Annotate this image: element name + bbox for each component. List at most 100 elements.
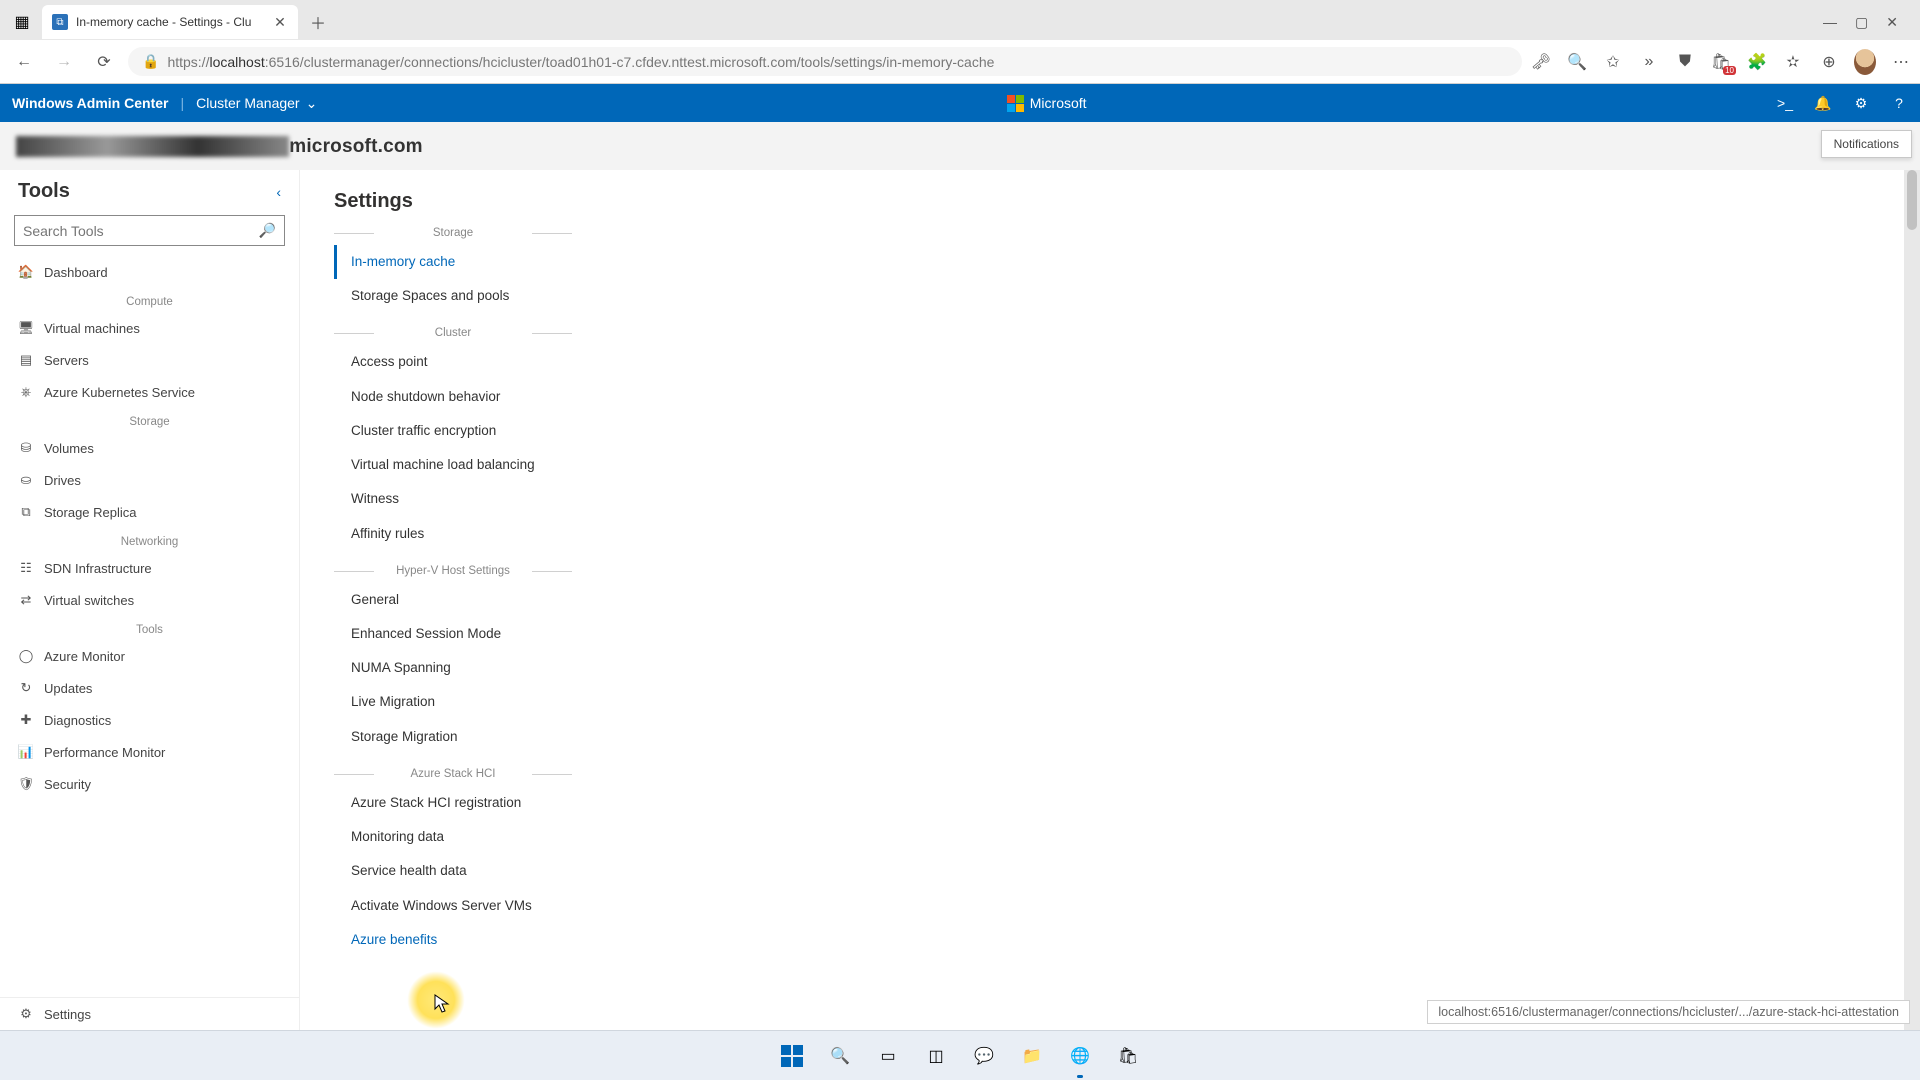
search-input[interactable]	[23, 223, 259, 239]
close-window-button[interactable]: ✕	[1886, 14, 1898, 31]
tool-label: Azure Monitor	[44, 649, 125, 664]
settings-nav: StorageIn-memory cacheStorage Spaces and…	[334, 227, 572, 957]
tool-servers[interactable]: ▤Servers	[0, 344, 299, 376]
notifications-icon[interactable]: 🔔	[1814, 94, 1832, 112]
server-icon: ▤	[18, 352, 34, 368]
taskbar-search[interactable]: 🔍	[824, 1040, 856, 1072]
setting-live-migration[interactable]: Live Migration	[334, 685, 572, 719]
new-tab-button[interactable]: ＋	[304, 8, 332, 36]
vertical-scrollbar[interactable]	[1904, 170, 1920, 1030]
vm-icon: 🖥	[18, 320, 34, 336]
settings-title: Settings	[334, 190, 572, 213]
setting-witness[interactable]: Witness	[334, 482, 572, 516]
favorites-hub-icon[interactable]: ✫	[1782, 51, 1804, 73]
setting-affinity[interactable]: Affinity rules	[334, 517, 572, 551]
cursor-icon	[434, 994, 450, 1014]
site-info-icon[interactable]: 🔒	[142, 53, 159, 70]
setting-storage-migration[interactable]: Storage Migration	[334, 720, 572, 754]
shield-icon: 🛡	[18, 776, 34, 792]
setting-azure-benefits[interactable]: Azure benefits	[334, 923, 572, 957]
close-tab-button[interactable]: ✕	[272, 14, 288, 30]
favorite-icon[interactable]: ✩	[1602, 51, 1624, 73]
task-view[interactable]: ▭	[872, 1040, 904, 1072]
tool-label: Volumes	[44, 441, 94, 456]
edge-browser[interactable]: 🌐	[1064, 1040, 1096, 1072]
tool-security[interactable]: 🛡Security	[0, 768, 299, 800]
tool-dashboard[interactable]: 🏠 Dashboard	[0, 256, 299, 288]
refresh-button[interactable]: ⟳	[88, 46, 120, 78]
tool-drives[interactable]: ⛀ Drives	[0, 464, 299, 496]
setting-monitoring-data[interactable]: Monitoring data	[334, 820, 572, 854]
gear-icon: ⚙	[18, 1006, 34, 1022]
tool-search[interactable]: 🔎	[14, 215, 285, 246]
find-icon[interactable]: 🗝	[1530, 51, 1552, 73]
zoom-icon[interactable]: 🔍	[1566, 51, 1588, 73]
setting-traffic-encryption[interactable]: Cluster traffic encryption	[334, 414, 572, 448]
setting-hv-general[interactable]: General	[334, 583, 572, 617]
tool-virtual-machines[interactable]: 🖥Virtual machines	[0, 312, 299, 344]
browser-tab[interactable]: ⧉ In-memory cache - Settings - Clu ✕	[42, 5, 298, 39]
chevron-down-icon: ⌄	[306, 95, 318, 112]
overflow-chevron-icon[interactable]: »	[1638, 51, 1660, 73]
shield-icon[interactable]: ⛊	[1674, 51, 1696, 73]
store[interactable]: 🛍	[1112, 1040, 1144, 1072]
back-button[interactable]: ←	[8, 46, 40, 78]
tool-updates[interactable]: ↻Updates	[0, 672, 299, 704]
aks-icon: ⎈	[18, 384, 34, 400]
minimize-button[interactable]: —	[1823, 14, 1837, 31]
tool-volumes[interactable]: ⛁Volumes	[0, 432, 299, 464]
vswitch-icon: ⇄	[18, 592, 34, 608]
tool-storage-replica[interactable]: ⧉Storage Replica	[0, 496, 299, 528]
settings-group-label: Hyper-V Host Settings	[334, 565, 572, 577]
toolbar-icons: 🗝 🔍 ✩ » ⛊ 🛍10 🧩 ✫ ⊕ ⋯	[1530, 51, 1912, 73]
tool-label: Dashboard	[44, 265, 108, 280]
setting-access-point[interactable]: Access point	[334, 345, 572, 379]
tool-settings[interactable]: ⚙ Settings	[0, 998, 299, 1030]
setting-numa[interactable]: NUMA Spanning	[334, 651, 572, 685]
setting-enhanced-session[interactable]: Enhanced Session Mode	[334, 617, 572, 651]
url-field[interactable]: 🔒 https://localhost:6516/clustermanager/…	[128, 47, 1522, 76]
profile-avatar[interactable]	[1854, 51, 1876, 73]
setting-hci-registration[interactable]: Azure Stack HCI registration	[334, 786, 572, 820]
start-button[interactable]	[776, 1040, 808, 1072]
tool-virtual-switches[interactable]: ⇄Virtual switches	[0, 584, 299, 616]
chat[interactable]: 💬	[968, 1040, 1000, 1072]
forward-button[interactable]: →	[48, 46, 80, 78]
widgets[interactable]: ◫	[920, 1040, 952, 1072]
settings-icon[interactable]: ⚙	[1852, 94, 1870, 112]
hostname-header: ████████████████████microsoft.com	[0, 122, 1920, 168]
settings-group-label: Azure Stack HCI	[334, 768, 572, 780]
context-picker[interactable]: Cluster Manager ⌄	[196, 95, 317, 112]
tool-perf-monitor[interactable]: 📊Performance Monitor	[0, 736, 299, 768]
setting-node-shutdown[interactable]: Node shutdown behavior	[334, 380, 572, 414]
tool-label: Drives	[44, 473, 81, 488]
shopping-icon[interactable]: 🛍10	[1710, 51, 1732, 73]
tab-strip: ▦ ⧉ In-memory cache - Settings - Clu ✕ ＋…	[0, 0, 1920, 40]
settings-group-label: Cluster	[334, 327, 572, 339]
drive-icon: ⛀	[18, 472, 34, 488]
tool-sdn[interactable]: ☷SDN Infrastructure	[0, 552, 299, 584]
collections-icon[interactable]: ⊕	[1818, 51, 1840, 73]
setting-storage-spaces[interactable]: Storage Spaces and pools	[334, 279, 572, 313]
tool-group-label: Compute	[0, 288, 299, 312]
file-explorer[interactable]: 📁	[1016, 1040, 1048, 1072]
setting-vm-load-balancing[interactable]: Virtual machine load balancing	[334, 448, 572, 482]
tool-aks[interactable]: ⎈Azure Kubernetes Service	[0, 376, 299, 408]
setting-in-memory-cache[interactable]: In-memory cache	[334, 245, 572, 279]
powershell-icon[interactable]: >_	[1776, 94, 1794, 112]
setting-service-health[interactable]: Service health data	[334, 854, 572, 888]
tab-actions-button[interactable]: ▦	[8, 8, 36, 36]
wac-top-bar: Windows Admin Center | Cluster Manager ⌄…	[0, 84, 1920, 122]
tool-label: Diagnostics	[44, 713, 111, 728]
help-icon[interactable]: ?	[1890, 94, 1908, 112]
tool-diagnostics[interactable]: ✚Diagnostics	[0, 704, 299, 736]
menu-button[interactable]: ⋯	[1890, 51, 1912, 73]
maximize-button[interactable]: ▢	[1855, 14, 1868, 31]
tool-label: Updates	[44, 681, 92, 696]
extensions-icon[interactable]: 🧩	[1746, 51, 1768, 73]
setting-activate-ws-vms[interactable]: Activate Windows Server VMs	[334, 889, 572, 923]
wac-brand[interactable]: Windows Admin Center	[12, 95, 168, 111]
home-icon: 🏠	[18, 264, 34, 280]
tool-azure-monitor[interactable]: ◯Azure Monitor	[0, 640, 299, 672]
collapse-panel-icon[interactable]: ‹	[276, 184, 281, 200]
